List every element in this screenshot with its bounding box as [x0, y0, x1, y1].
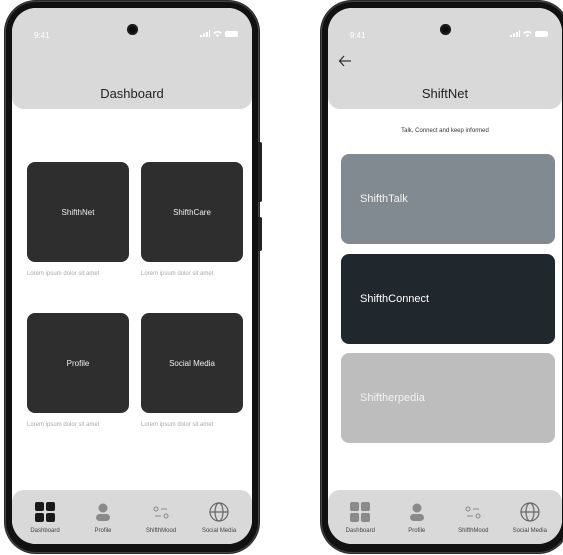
bottom-nav: Dashboard Profile ShifthMood Social Medi…	[12, 490, 252, 544]
grid-icon	[350, 502, 371, 522]
tile-caption: Lorem ipsum dolor sit amet	[27, 271, 100, 277]
wifi-icon	[213, 30, 222, 37]
sliders-icon	[153, 506, 169, 519]
tile-label: Social Media	[169, 358, 215, 368]
card-label: ShifthConnect	[360, 293, 430, 305]
shiftnet-screen: 9:41 ShiftNet Talk, Connect and keep inf…	[328, 8, 562, 544]
nav-social-media[interactable]: Social Media	[191, 501, 247, 544]
tile-label: Profile	[66, 358, 90, 368]
nav-dashboard[interactable]: Dashboard	[17, 501, 73, 544]
globe-icon	[520, 502, 540, 522]
nav-profile[interactable]: Profile	[389, 501, 445, 544]
nav-label: Social Media	[201, 528, 237, 534]
signal-icon	[510, 30, 520, 37]
tile-label: ShifthNet	[61, 207, 95, 217]
signal-icon	[200, 30, 210, 37]
card-label: ShifthTalk	[360, 193, 408, 205]
card-shiftherpedia[interactable]: Shiftherpedia	[341, 353, 555, 443]
card-label: Shiftherpedia	[360, 392, 425, 404]
tile-shifthcare[interactable]: ShifthCare	[141, 162, 243, 262]
status-time: 9:41	[34, 31, 50, 40]
camera-notch	[439, 24, 451, 35]
nav-profile[interactable]: Profile	[75, 501, 131, 544]
tile-shifthnet[interactable]: ShifthNet	[27, 162, 129, 262]
camera-notch	[126, 24, 138, 35]
status-icons	[200, 30, 238, 37]
dashboard-screen: 9:41 Dashboard ShifthNet Lorem ipsum dol…	[12, 8, 252, 544]
page-title: Dashboard	[100, 86, 164, 101]
phone-dashboard: 9:41 Dashboard ShifthNet Lorem ipsum dol…	[6, 2, 262, 552]
card-shifthtalk[interactable]: ShifthTalk	[341, 154, 555, 244]
nav-label: ShifthMood	[145, 528, 177, 534]
status-time: 9:41	[350, 31, 366, 40]
power-button	[258, 142, 262, 202]
nav-label: Profile	[94, 528, 112, 534]
battery-icon	[225, 30, 238, 37]
tile-caption: Lorem ipsum dolor sit amet	[141, 422, 214, 428]
tile-label: ShifthCare	[173, 207, 211, 217]
page-title: ShiftNet	[421, 86, 469, 101]
nav-label: Dashboard	[345, 528, 375, 534]
sliders-icon	[465, 506, 481, 519]
nav-shifthmood[interactable]: ShifthMood	[133, 501, 189, 544]
nav-label: Dashboard	[30, 528, 60, 534]
globe-icon	[209, 502, 229, 522]
tile-profile[interactable]: Profile	[27, 313, 129, 413]
person-icon	[96, 503, 110, 521]
battery-icon	[535, 30, 548, 37]
page-subtitle: Talk, Connect and keep informed	[401, 128, 489, 134]
bottom-nav: Dashboard Profile ShifthMood Social Medi…	[328, 490, 562, 544]
wifi-icon	[523, 30, 532, 37]
nav-label: Profile	[408, 528, 426, 534]
phone-shiftnet: 9:41 ShiftNet Talk, Connect and keep inf…	[322, 2, 563, 552]
back-arrow-icon[interactable]	[338, 54, 352, 68]
grid-icon	[35, 502, 55, 522]
volume-button	[258, 217, 262, 251]
tile-caption: Lorem ipsum dolor sit amet	[141, 271, 214, 277]
tile-social-media[interactable]: Social Media	[141, 313, 243, 413]
nav-label: ShifthMood	[458, 528, 489, 534]
nav-social-media[interactable]: Social Media	[502, 501, 558, 544]
nav-shifthmood[interactable]: ShifthMood	[445, 501, 501, 544]
nav-dashboard[interactable]: Dashboard	[332, 501, 388, 544]
status-icons	[510, 30, 548, 37]
person-icon	[409, 503, 424, 521]
tile-caption: Lorem ipsum dolor sit amet	[27, 422, 100, 428]
nav-label: Social Media	[512, 528, 547, 534]
card-shifthconnect[interactable]: ShifthConnect	[341, 254, 555, 344]
